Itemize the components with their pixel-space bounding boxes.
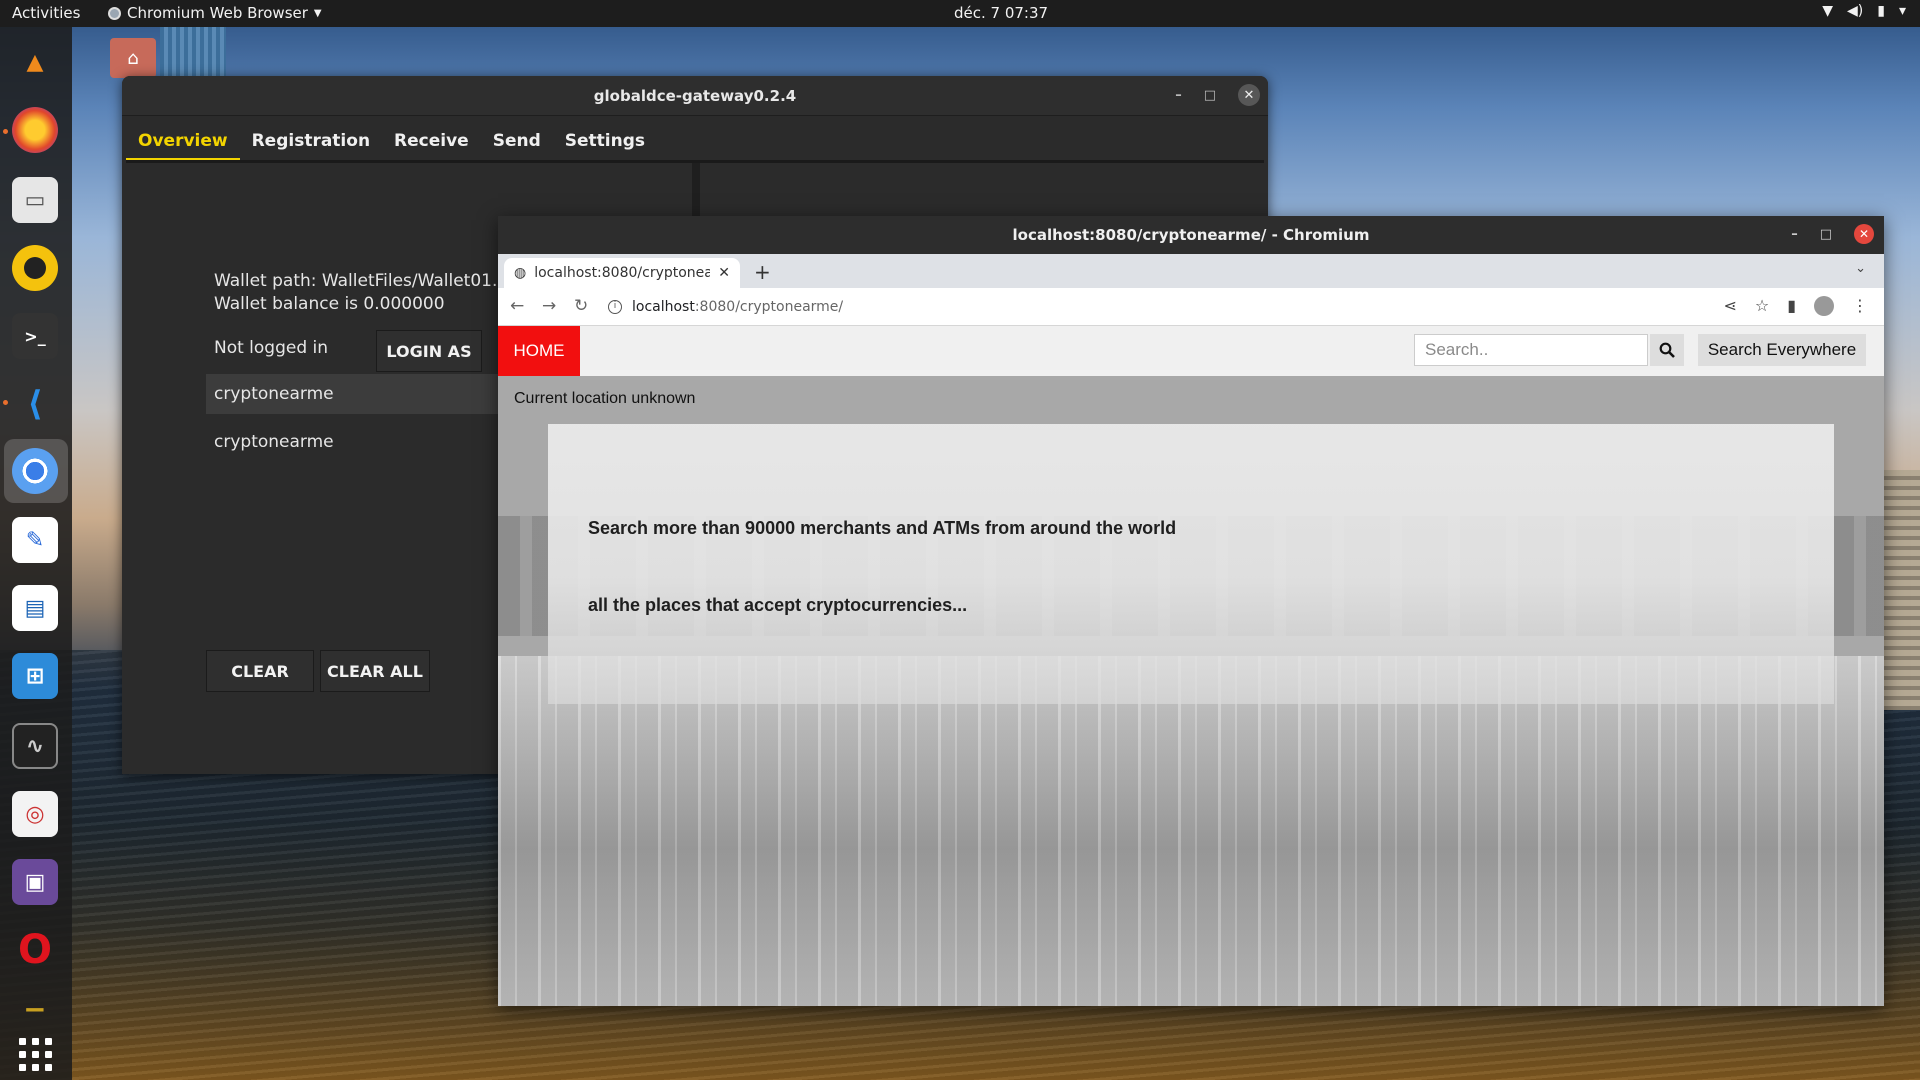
url-host: localhost bbox=[632, 299, 695, 315]
wifi-icon: ▼ bbox=[1822, 3, 1834, 19]
login-status: Not logged in bbox=[214, 338, 329, 358]
gateway-titlebar[interactable]: globaldce-gateway0.2.4 – □ ✕ bbox=[122, 76, 1268, 116]
hero-heading: Search more than 90000 merchants and ATM… bbox=[588, 518, 1177, 538]
system-tray[interactable]: ▼ ◀) ▮ ▾ bbox=[1822, 3, 1906, 19]
files-icon[interactable]: ▭ bbox=[12, 177, 58, 223]
rhythmbox-icon[interactable] bbox=[12, 245, 58, 291]
top-bar: Activities Chromium Web Browser ▼ déc. 7… bbox=[0, 0, 1920, 27]
share-icon[interactable]: ⋖ bbox=[1723, 296, 1736, 316]
current-location: Current location unknown bbox=[514, 390, 696, 407]
text-editor-icon[interactable]: ✎ bbox=[12, 517, 58, 563]
tab-strip: ◍ localhost:8080/cryptonearme/ ✕ + ⌄ bbox=[498, 254, 1884, 288]
tab-close-icon[interactable]: ✕ bbox=[718, 265, 730, 281]
wallpaper-building bbox=[160, 24, 226, 78]
url-path: :8080/cryptonearme/ bbox=[694, 299, 844, 315]
maximize-icon[interactable]: □ bbox=[1204, 88, 1216, 103]
trash-icon[interactable]: ▁ bbox=[12, 987, 58, 1012]
clear-all-button[interactable]: CLEAR ALL bbox=[320, 650, 430, 692]
video-editor-icon[interactable]: ▣ bbox=[12, 859, 58, 905]
wallet-path: Wallet path: WalletFiles/Wallet01.dat bbox=[214, 271, 526, 291]
tab-overview[interactable]: Overview bbox=[126, 126, 240, 162]
power-menu-icon: ▾ bbox=[1898, 3, 1906, 19]
wallpaper-building bbox=[1880, 470, 1920, 710]
site-navbar: HOME Search Everywhere bbox=[498, 326, 1884, 376]
pane-divider[interactable] bbox=[692, 163, 700, 223]
address-bar[interactable]: i localhost:8080/cryptonearme/ bbox=[608, 292, 1668, 322]
running-indicator bbox=[3, 129, 8, 134]
home-link[interactable]: HOME bbox=[498, 326, 580, 376]
bookmark-star-icon[interactable]: ☆ bbox=[1755, 296, 1769, 316]
tab-send[interactable]: Send bbox=[481, 126, 553, 162]
tab-registration[interactable]: Registration bbox=[240, 126, 382, 162]
tab-settings[interactable]: Settings bbox=[553, 126, 657, 162]
caret-down-icon: ▼ bbox=[313, 7, 322, 19]
close-icon[interactable]: ✕ bbox=[1854, 224, 1874, 244]
gateway-window-title: globaldce-gateway0.2.4 bbox=[593, 86, 797, 105]
vscode-icon[interactable]: ⟨ bbox=[12, 381, 58, 427]
clock[interactable]: déc. 7 07:37 bbox=[954, 4, 1048, 22]
back-icon[interactable]: ← bbox=[510, 296, 524, 316]
running-indicator bbox=[3, 400, 8, 405]
home-folder-icon[interactable]: ⌂ bbox=[110, 38, 156, 78]
side-panel-icon[interactable]: ▮ bbox=[1787, 296, 1796, 316]
globe-icon: ◍ bbox=[514, 265, 527, 281]
chromium-icon[interactable] bbox=[12, 448, 58, 494]
browser-tab-title: localhost:8080/cryptonearme/ bbox=[534, 265, 711, 281]
app-menu-label: Chromium Web Browser bbox=[127, 4, 308, 22]
tab-search-icon[interactable]: ⌄ bbox=[1855, 261, 1866, 276]
tab-receive[interactable]: Receive bbox=[382, 126, 481, 162]
battery-icon: ▮ bbox=[1877, 3, 1885, 19]
browser-toolbar: ← → ↻ i localhost:8080/cryptonearme/ ⋖ ☆… bbox=[498, 288, 1884, 326]
minimize-icon[interactable]: – bbox=[1791, 227, 1798, 242]
volume-icon: ◀) bbox=[1847, 3, 1864, 19]
browser-tab[interactable]: ◍ localhost:8080/cryptonearme/ ✕ bbox=[504, 258, 740, 288]
menu-kebab-icon[interactable]: ⋮ bbox=[1852, 296, 1868, 316]
site-info-icon[interactable]: i bbox=[608, 300, 622, 314]
search-icon bbox=[1659, 342, 1675, 358]
list-item[interactable]: cryptonearme bbox=[206, 374, 506, 414]
chromium-window-title: localhost:8080/cryptonearme/ - Chromium bbox=[1012, 226, 1370, 244]
libreoffice-writer-icon[interactable]: ▤ bbox=[12, 585, 58, 631]
system-monitor-icon[interactable]: ∿ bbox=[12, 723, 58, 769]
forward-icon[interactable]: → bbox=[542, 296, 556, 316]
terminal-icon[interactable]: >_ bbox=[12, 313, 58, 359]
opera-icon[interactable]: O bbox=[12, 927, 58, 973]
profile-avatar-icon[interactable] bbox=[1814, 296, 1834, 316]
water-reflection-background bbox=[498, 656, 1884, 1006]
gateway-tabs: Overview Registration Receive Send Setti… bbox=[126, 126, 657, 162]
dock: ▲ ▭ >_ ⟨ ✎ ▤ ⊞ ∿ ◎ ▣ O ▁ bbox=[0, 27, 72, 1080]
search-button[interactable] bbox=[1650, 334, 1684, 366]
clear-button[interactable]: CLEAR bbox=[206, 650, 314, 692]
list-item[interactable]: cryptonearme bbox=[206, 422, 506, 462]
chromium-small-icon bbox=[108, 6, 121, 20]
chromium-titlebar[interactable]: localhost:8080/cryptonearme/ - Chromium … bbox=[498, 216, 1884, 254]
hero-subheading: all the places that accept cryptocurrenc… bbox=[588, 595, 968, 615]
hero-panel: Search more than 90000 merchants and ATM… bbox=[548, 424, 1834, 704]
activities-button[interactable]: Activities bbox=[12, 4, 80, 22]
reload-icon[interactable]: ↻ bbox=[574, 296, 588, 316]
vlc-icon[interactable]: ▲ bbox=[12, 39, 58, 85]
close-icon[interactable]: ✕ bbox=[1238, 84, 1260, 106]
maximize-icon[interactable]: □ bbox=[1820, 227, 1832, 242]
search-everywhere-button[interactable]: Search Everywhere bbox=[1698, 334, 1866, 366]
search-input[interactable] bbox=[1414, 334, 1648, 366]
software-center-icon[interactable]: ⊞ bbox=[12, 653, 58, 699]
firefox-icon[interactable] bbox=[12, 107, 58, 153]
wallet-balance: Wallet balance is 0.000000 bbox=[214, 294, 445, 314]
app-menu[interactable]: Chromium Web Browser ▼ bbox=[108, 4, 322, 22]
chromium-window: localhost:8080/cryptonearme/ - Chromium … bbox=[498, 216, 1884, 1006]
document-viewer-icon[interactable]: ◎ bbox=[12, 791, 58, 837]
web-page: HOME Search Everywhere Current location … bbox=[498, 326, 1884, 1006]
login-as-button[interactable]: LOGIN AS bbox=[376, 330, 482, 372]
new-tab-icon[interactable]: + bbox=[754, 260, 771, 284]
show-apps-icon[interactable] bbox=[12, 1031, 58, 1077]
minimize-icon[interactable]: – bbox=[1175, 88, 1182, 103]
